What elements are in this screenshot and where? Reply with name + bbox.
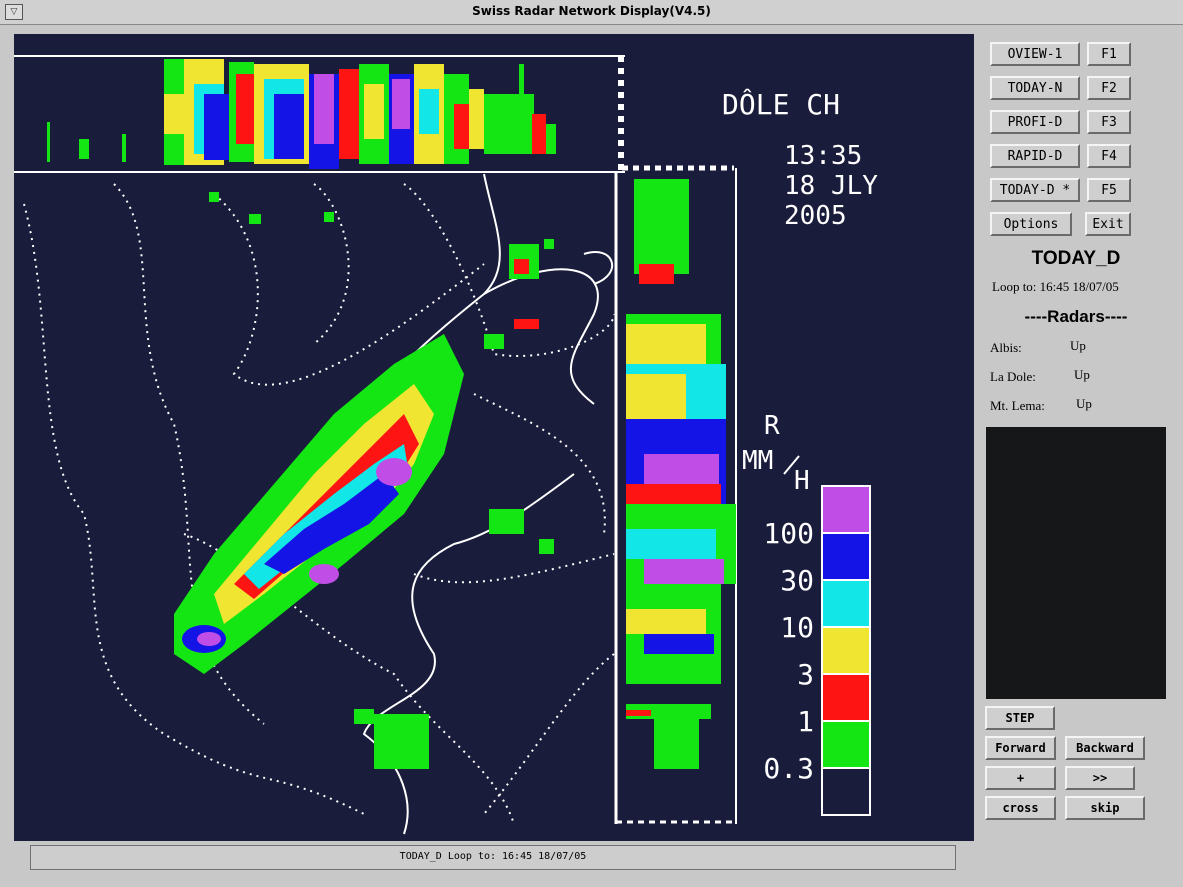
todayd-button[interactable]: TODAY-D * — [990, 178, 1080, 202]
exit-button[interactable]: Exit — [1085, 212, 1131, 236]
fast-forward-button[interactable]: >> — [1065, 766, 1135, 790]
precipitation-echoes — [174, 192, 554, 769]
options-button[interactable]: Options — [990, 212, 1072, 236]
legend-level-label: 3 — [797, 658, 814, 691]
status-bar: TODAY_D Loop to: 16:45 18/07/05 — [30, 845, 956, 870]
time-label: 13:35 — [784, 141, 862, 171]
skip-button[interactable]: skip — [1065, 796, 1145, 820]
rain-rate-legend: R MM H 100 30 10 3 1 0.3 — [742, 411, 871, 816]
status-text: TODAY_D Loop to: 16:45 18/07/05 — [399, 851, 587, 862]
legend-swatch — [821, 720, 871, 769]
window-title: Swiss Radar Network Display(V4.5) — [472, 4, 711, 18]
radars-heading: ----Radars---- — [1024, 307, 1128, 326]
backward-button[interactable]: Backward — [1065, 736, 1145, 760]
f5-button[interactable]: F5 — [1087, 178, 1131, 202]
radar-status-mtlema: Up — [1076, 396, 1092, 411]
legend-swatch — [821, 626, 871, 675]
legend-swatch — [821, 485, 871, 534]
top-profile-panel — [14, 55, 625, 173]
legend-swatch — [821, 673, 871, 722]
f2-button[interactable]: F2 — [1087, 76, 1131, 100]
f4-button[interactable]: F4 — [1087, 144, 1131, 168]
station-label: DÔLE CH — [722, 87, 840, 121]
legend-level-label: 10 — [780, 611, 814, 644]
title-bar: ▽ Swiss Radar Network Display(V4.5) — [0, 0, 1183, 25]
profid-button[interactable]: PROFI-D — [990, 110, 1080, 134]
legend-swatch — [821, 767, 871, 816]
plus-button[interactable]: + — [985, 766, 1056, 790]
legend-unit-mm: MM — [742, 446, 773, 476]
date-label: 18 JLY — [784, 171, 878, 201]
radar-name-ladole: La Dole: — [990, 369, 1036, 384]
cross-button[interactable]: cross — [985, 796, 1056, 820]
forward-button[interactable]: Forward — [985, 736, 1056, 760]
side-profile-panel — [626, 179, 736, 769]
radar-name-mtlema: Mt. Lema: — [990, 398, 1045, 413]
year-label: 2005 — [784, 201, 847, 231]
legend-unit-r: R — [764, 411, 780, 441]
legend-swatch — [821, 579, 871, 628]
legend-swatch — [821, 532, 871, 581]
legend-level-label: 100 — [763, 517, 814, 550]
radar-status-albis: Up — [1070, 338, 1086, 353]
oview1-button[interactable]: OVIEW-1 — [990, 42, 1080, 66]
legend-unit-h: H — [794, 466, 810, 496]
f3-button[interactable]: F3 — [1087, 110, 1131, 134]
preview-box — [986, 427, 1166, 699]
legend-level-label: 1 — [797, 705, 814, 738]
radar-name-albis: Albis: — [990, 340, 1022, 355]
loop-to-label: Loop to: 16:45 18/07/05 — [992, 279, 1119, 294]
f1-button[interactable]: F1 — [1087, 42, 1131, 66]
rapidd-button[interactable]: RAPID-D — [990, 144, 1080, 168]
todayn-button[interactable]: TODAY-N — [990, 76, 1080, 100]
legend-level-label: 0.3 — [763, 752, 814, 785]
radar-status-ladole: Up — [1074, 367, 1090, 382]
radar-display[interactable]: DÔLE CH 13:35 18 JLY 2005 R MM H 100 30 10… — [14, 34, 974, 841]
legend-level-label: 30 — [780, 564, 814, 597]
step-button[interactable]: STEP — [985, 706, 1055, 730]
product-label: TODAY_D — [1031, 248, 1121, 269]
